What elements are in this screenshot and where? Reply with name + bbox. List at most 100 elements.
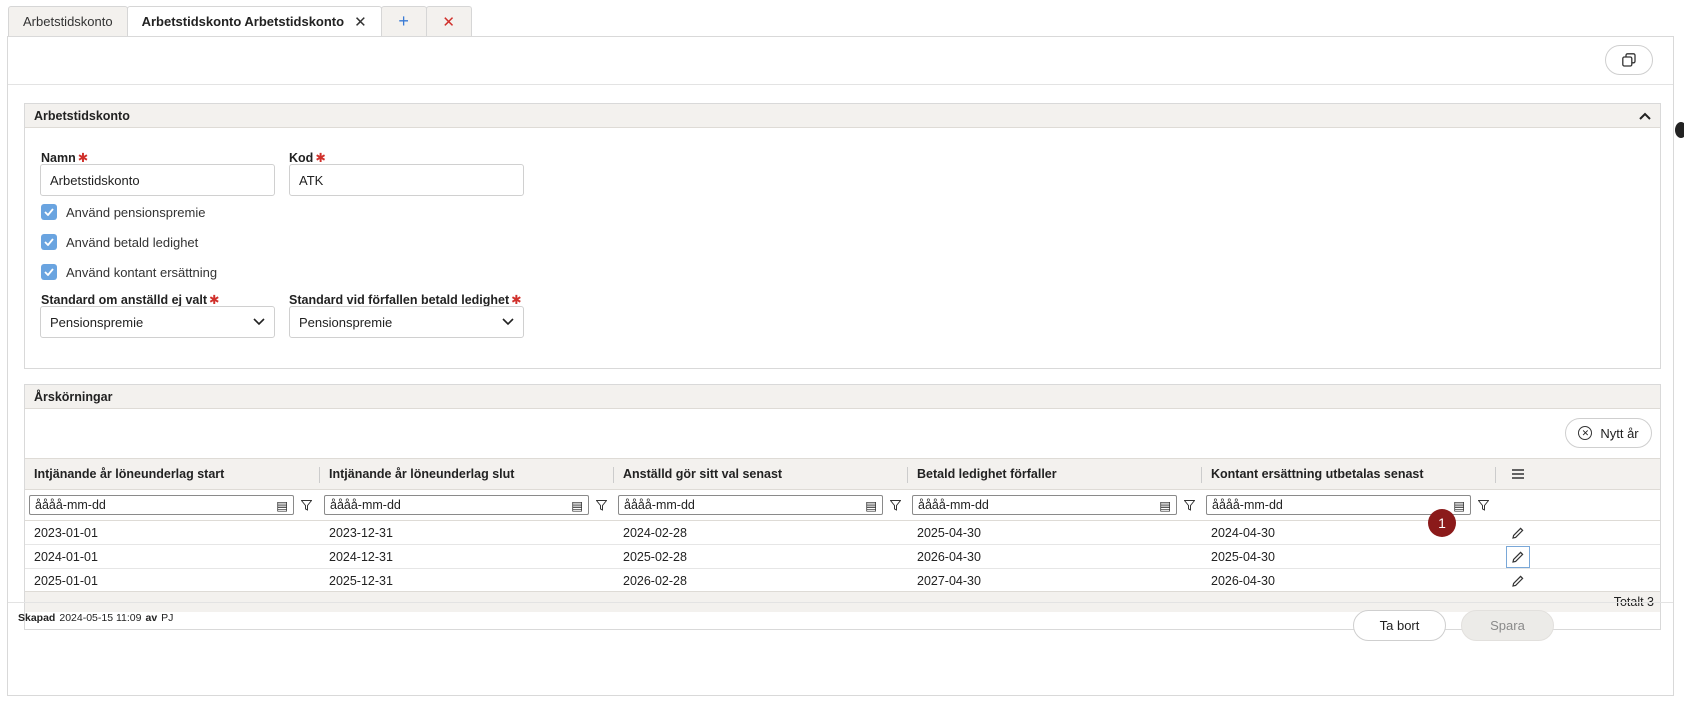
tab-arbetstidskonto[interactable]: Arbetstidskonto [8, 6, 128, 36]
table-row[interactable]: 2024-01-01 2024-12-31 2025-02-28 2026-04… [25, 545, 1660, 569]
code-label: Kod ✱ [289, 151, 326, 165]
cell: 2025-04-30 [917, 525, 981, 540]
checkbox-cash[interactable]: Använd kontant ersättning [41, 264, 217, 280]
section-title: Arbetstidskonto [34, 108, 130, 123]
scroll-indicator [1675, 122, 1684, 138]
pencil-icon [1512, 527, 1524, 539]
plus-icon: + [398, 11, 409, 31]
column-header[interactable]: Intjänande år löneunderlag start [25, 459, 320, 489]
filter-cell: åååå-mm-dd ▤ [25, 490, 320, 520]
delete-button[interactable]: Ta bort [1353, 610, 1446, 641]
chevron-up-icon[interactable] [1639, 112, 1651, 120]
new-year-button[interactable]: ✕ Nytt år [1565, 418, 1652, 448]
year-runs-grid: Intjänande år löneunderlag start Intjäna… [25, 458, 1660, 593]
created-label: Skapad [18, 612, 56, 624]
copy-icon [1622, 53, 1636, 67]
filter-cell: åååå-mm-dd ▤ [614, 490, 908, 520]
edit-button[interactable] [1506, 545, 1530, 568]
close-icon: ✕ [442, 13, 455, 31]
grid-header-row: Intjänande år löneunderlag start Intjäna… [25, 458, 1660, 490]
calendar-icon[interactable]: ▤ [571, 498, 583, 513]
calendar-icon[interactable]: ▤ [1159, 498, 1171, 513]
calendar-icon[interactable]: ▤ [865, 498, 877, 513]
column-header[interactable]: Kontant ersättning utbetalas senast [1202, 459, 1496, 489]
cell: 2023-12-31 [329, 525, 393, 540]
section-title: Årskörningar [34, 389, 113, 404]
checkbox-checked-icon[interactable] [41, 234, 57, 250]
cell: 2027-04-30 [917, 573, 981, 588]
cell: 2025-01-01 [34, 573, 98, 588]
hamburger-menu-icon [1512, 469, 1524, 479]
checkbox-checked-icon[interactable] [41, 204, 57, 220]
filter-funnel-icon[interactable] [1478, 499, 1489, 511]
name-label: Namn ✱ [41, 151, 89, 165]
filter-funnel-icon[interactable] [1184, 499, 1195, 511]
table-row[interactable]: 2025-01-01 2025-12-31 2026-02-28 2027-04… [25, 569, 1660, 593]
checkbox-paid-leave[interactable]: Använd betald ledighet [41, 234, 198, 250]
section-header[interactable]: Arbetstidskonto [25, 104, 1660, 128]
copy-button[interactable] [1605, 45, 1653, 75]
add-tab-button[interactable]: + [380, 6, 427, 36]
by-label: av [145, 612, 158, 624]
cell: 2024-02-28 [623, 525, 687, 540]
column-header[interactable]: Intjänande år löneunderlag slut [320, 459, 614, 489]
tab-arbetstidskonto-detail[interactable]: Arbetstidskonto Arbetstidskonto ✕ [126, 6, 382, 36]
date-filter-input[interactable]: åååå-mm-dd ▤ [29, 495, 294, 515]
column-header[interactable]: Betald ledighet förfaller [908, 459, 1202, 489]
save-button[interactable]: Spara [1461, 610, 1554, 641]
cell: 2026-02-28 [623, 573, 687, 588]
chevron-down-icon [502, 318, 514, 326]
divider [8, 84, 1673, 85]
required-icon: ✱ [209, 293, 220, 307]
code-input[interactable]: ATK [289, 164, 524, 196]
column-header[interactable]: Anställd gör sitt val senast [614, 459, 908, 489]
edit-cell [1496, 521, 1540, 544]
tab-bar: Arbetstidskonto Arbetstidskonto Arbetsti… [8, 6, 472, 36]
filter-cell-empty [1496, 490, 1540, 520]
cell: 2025-04-30 [1211, 549, 1275, 564]
grid-filter-row: åååå-mm-dd ▤ åååå-mm-dd ▤ åååå-mm-dd ▤ åååå… [25, 490, 1660, 521]
default-expired-label: Standard vid förfallen betald ledighet ✱ [289, 293, 522, 307]
created-date: 2024-05-15 11:09 [59, 612, 142, 624]
calendar-icon[interactable]: ▤ [276, 498, 288, 513]
default-not-chosen-select[interactable]: Pensionspremie [40, 306, 275, 338]
checkbox-pension[interactable]: Använd pensionspremie [41, 204, 205, 220]
created-by: PJ [161, 612, 174, 624]
filter-funnel-icon[interactable] [596, 499, 607, 511]
cell: 2026-04-30 [1211, 573, 1275, 588]
divider [8, 602, 1673, 603]
add-circle-icon: ✕ [1578, 426, 1593, 440]
cell: 2025-12-31 [329, 573, 393, 588]
default-expired-select[interactable]: Pensionspremie [289, 306, 524, 338]
cell: 2023-01-01 [34, 525, 98, 540]
checkbox-checked-icon[interactable] [41, 264, 57, 280]
checkbox-label: Använd pensionspremie [66, 204, 206, 220]
required-icon: ✱ [511, 293, 522, 307]
column-menu-button[interactable] [1496, 459, 1540, 489]
edit-button[interactable] [1512, 575, 1524, 587]
filter-funnel-icon[interactable] [890, 499, 901, 511]
date-filter-input[interactable]: åååå-mm-dd ▤ [912, 495, 1177, 515]
name-input[interactable]: Arbetstidskonto [40, 164, 275, 196]
step-badge: 1 [1428, 509, 1456, 537]
checkbox-label: Använd kontant ersättning [66, 264, 218, 280]
filter-funnel-icon[interactable] [301, 499, 312, 511]
main-panel: Arbetstidskonto Namn ✱ Arbetstidskonto Ko… [7, 36, 1674, 696]
section-header: Årskörningar [25, 385, 1660, 409]
table-row[interactable]: 2023-01-01 2023-12-31 2024-02-28 2025-04… [25, 521, 1660, 545]
filter-cell: åååå-mm-dd ▤ [320, 490, 614, 520]
chevron-down-icon [253, 318, 265, 326]
calendar-icon[interactable]: ▤ [1453, 498, 1465, 513]
date-filter-input[interactable]: åååå-mm-dd ▤ [618, 495, 883, 515]
edit-button[interactable] [1512, 527, 1524, 539]
pencil-icon [1512, 551, 1524, 563]
filter-cell: åååå-mm-dd ▤ [908, 490, 1202, 520]
date-filter-input[interactable]: åååå-mm-dd ▤ [324, 495, 589, 515]
required-icon: ✱ [77, 151, 89, 165]
checkbox-label: Använd betald ledighet [66, 234, 199, 250]
edit-cell [1496, 545, 1540, 568]
cell: 2024-12-31 [329, 549, 393, 564]
close-tab-icon[interactable]: ✕ [354, 13, 367, 31]
default-not-chosen-label: Standard om anställd ej valt ✱ [41, 293, 220, 307]
close-all-tabs-button[interactable]: ✕ [425, 6, 472, 36]
